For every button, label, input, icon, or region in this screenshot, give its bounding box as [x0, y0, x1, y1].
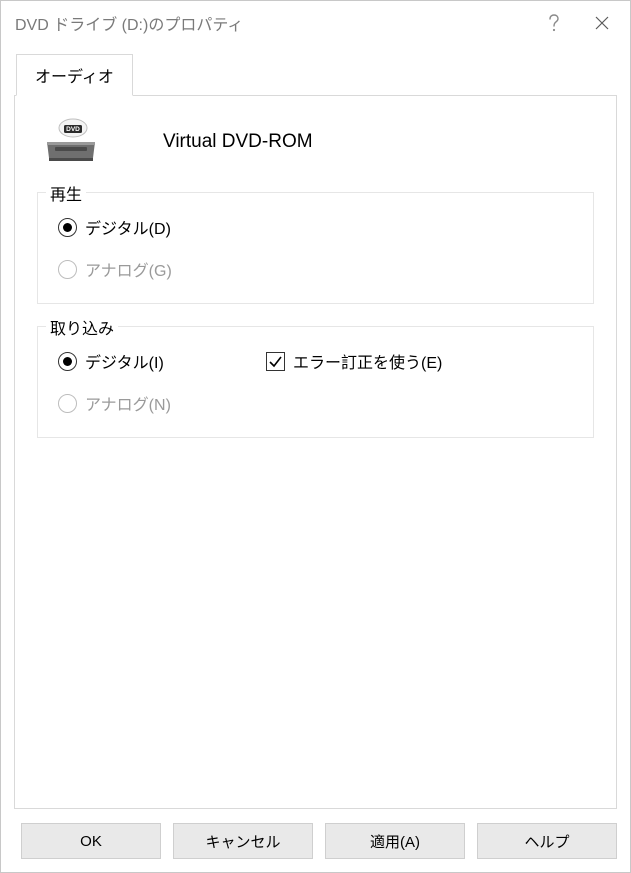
client-area: オーディオ DVD Virtual DVD-ROM 再生 [0, 44, 631, 873]
radio-capture-analog: アナログ(N) [58, 391, 171, 415]
apply-button[interactable]: 適用(A) [325, 823, 465, 859]
device-name: Virtual DVD-ROM [163, 131, 313, 153]
checkbox-icon [266, 352, 285, 371]
radio-capture-digital-label: デジタル(I) [85, 349, 164, 373]
window-title: DVD ドライブ (D:)のプロパティ [15, 11, 530, 35]
spacer [37, 460, 594, 794]
ok-button[interactable]: OK [21, 823, 161, 859]
checkbox-error-correction-label: エラー訂正を使う(E) [293, 349, 442, 373]
tab-audio-label: オーディオ [35, 69, 114, 86]
group-capture-legend: 取り込み [46, 315, 118, 339]
checkbox-error-correction[interactable]: エラー訂正を使う(E) [266, 349, 442, 373]
device-row: DVD Virtual DVD-ROM [37, 118, 594, 170]
radio-playback-digital[interactable]: デジタル(D) [58, 215, 171, 239]
radio-capture-digital[interactable]: デジタル(I) [58, 349, 266, 373]
question-icon [548, 14, 560, 32]
close-icon [595, 16, 609, 30]
radio-capture-analog-label: アナログ(N) [85, 391, 171, 415]
help-titlebar-button[interactable] [530, 1, 578, 45]
button-bar: OK キャンセル 適用(A) ヘルプ [14, 809, 617, 859]
radio-icon [58, 218, 77, 237]
dvd-drive-icon: DVD [43, 118, 99, 166]
cancel-button[interactable]: キャンセル [173, 823, 313, 859]
help-button[interactable]: ヘルプ [477, 823, 617, 859]
radio-icon [58, 394, 77, 413]
radio-icon [58, 352, 77, 371]
titlebar: DVD ドライブ (D:)のプロパティ [1, 1, 630, 45]
radio-playback-digital-label: デジタル(D) [85, 215, 171, 239]
svg-text:DVD: DVD [66, 126, 80, 133]
tab-audio[interactable]: オーディオ [16, 54, 133, 96]
group-playback: 再生 デジタル(D) アナログ(G) [37, 192, 594, 304]
tabstrip: オーディオ [14, 54, 617, 95]
tab-panel: DVD Virtual DVD-ROM 再生 デジタル(D) [14, 95, 617, 809]
radio-playback-analog: アナログ(G) [58, 257, 172, 281]
close-titlebar-button[interactable] [578, 1, 626, 45]
group-playback-legend: 再生 [46, 181, 86, 205]
radio-icon [58, 260, 77, 279]
radio-playback-analog-label: アナログ(G) [85, 257, 172, 281]
group-capture: 取り込み デジタル(I) エラー訂正を使う(E) [37, 326, 594, 438]
